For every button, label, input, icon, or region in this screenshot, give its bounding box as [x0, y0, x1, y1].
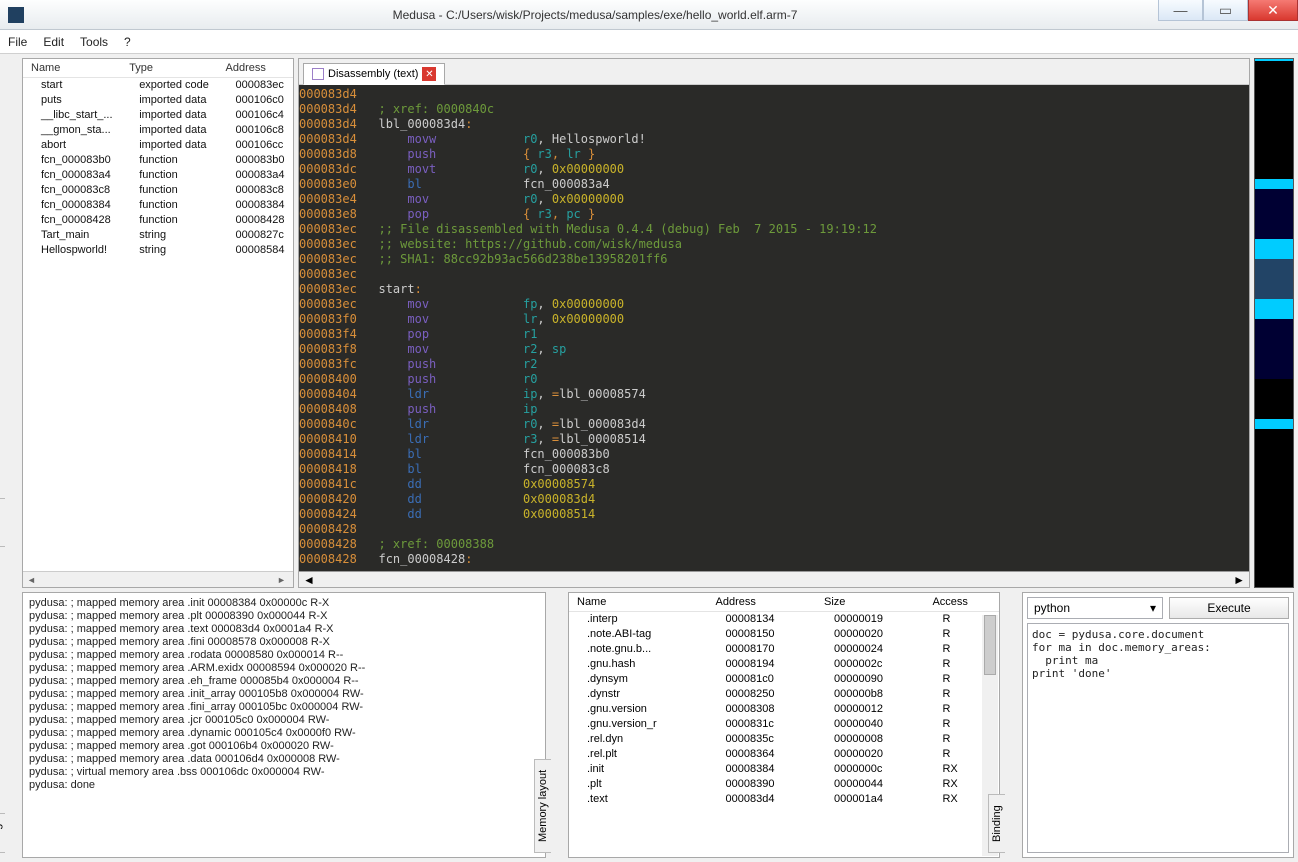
label-panel: Label Name Type Address startexported co…	[22, 58, 294, 588]
table-row[interactable]: Hellospworld!string00008584	[23, 243, 293, 258]
menu-edit[interactable]: Edit	[43, 35, 64, 49]
log-line: pydusa: ; mapped memory area .plt 000083…	[29, 610, 539, 623]
memory-layout-panel: Memory layout Name Address Size Access .…	[568, 592, 1000, 858]
table-row[interactable]: .plt0000839000000044RX	[569, 777, 999, 792]
label-col-name[interactable]: Name	[23, 59, 121, 78]
chevron-down-icon: ▾	[1150, 601, 1156, 615]
table-row[interactable]: .interp0000813400000019R	[569, 612, 999, 628]
table-row[interactable]: Tart_mainstring0000827c	[23, 228, 293, 243]
table-row[interactable]: startexported code000083ec	[23, 78, 293, 94]
binding-panel: Binding python ▾ Execute doc = pydusa.co…	[1022, 592, 1294, 858]
disasm-tabstrip: Disassembly (text) ✕	[299, 59, 1249, 85]
log-line: pydusa: ; mapped memory area .text 00008…	[29, 623, 539, 636]
label-hscroll[interactable]: ◄►	[23, 571, 293, 587]
table-row[interactable]: abortimported data000106cc	[23, 138, 293, 153]
table-row[interactable]: .dynstr00008250000000b8R	[569, 687, 999, 702]
memory-panel-tab[interactable]: Memory layout	[534, 759, 551, 853]
log-line: pydusa: ; mapped memory area .init 00008…	[29, 597, 539, 610]
log-line: pydusa: ; mapped memory area .ARM.exidx …	[29, 662, 539, 675]
log-line: pydusa: done	[29, 779, 539, 792]
log-line: pydusa: ; mapped memory area .jcr 000105…	[29, 714, 539, 727]
table-row[interactable]: .init000083840000000cRX	[569, 762, 999, 777]
menu-help[interactable]: ?	[124, 35, 131, 49]
disasm-tab[interactable]: Disassembly (text) ✕	[303, 63, 445, 85]
script-editor[interactable]: doc = pydusa.core.document for ma in doc…	[1027, 623, 1289, 853]
label-panel-tab[interactable]: Label	[0, 498, 5, 547]
tab-close-icon[interactable]: ✕	[422, 67, 436, 81]
table-row[interactable]: .gnu.version0000830800000012R	[569, 702, 999, 717]
log-line: pydusa: ; mapped memory area .dynamic 00…	[29, 727, 539, 740]
log-panel-tab[interactable]: Log	[0, 813, 5, 853]
mem-col-size[interactable]: Size	[816, 593, 924, 612]
table-row[interactable]: fcn_000083b0function000083b0	[23, 153, 293, 168]
binding-panel-tab[interactable]: Binding	[988, 794, 1005, 853]
disassembly-panel: Disassembly (text) ✕ 000083d4 000083d4 ;…	[298, 58, 1250, 588]
execute-button[interactable]: Execute	[1169, 597, 1289, 619]
table-row[interactable]: fcn_000083c8function000083c8	[23, 183, 293, 198]
disasm-hscroll[interactable]: ◄►	[299, 571, 1249, 587]
memory-heatmap[interactable]	[1254, 58, 1294, 588]
language-value: python	[1034, 601, 1070, 615]
window-title: Medusa - C:/Users/wisk/Projects/medusa/s…	[32, 8, 1158, 22]
disassembly-view[interactable]: 000083d4 000083d4 ; xref: 0000840c000083…	[299, 85, 1249, 571]
table-row[interactable]: .dynsym000081c000000090R	[569, 672, 999, 687]
memory-table: Name Address Size Access .interp00008134…	[569, 593, 999, 807]
mem-col-access[interactable]: Access	[924, 593, 999, 612]
log-line: pydusa: ; mapped memory area .fini 00008…	[29, 636, 539, 649]
label-table: Name Type Address startexported code0000…	[23, 59, 293, 258]
table-row[interactable]: .rel.plt0000836400000020R	[569, 747, 999, 762]
mem-col-address[interactable]: Address	[708, 593, 816, 612]
menubar: File Edit Tools ?	[0, 30, 1298, 54]
log-output[interactable]: pydusa: ; mapped memory area .init 00008…	[23, 593, 545, 857]
maximize-button[interactable]: ▭	[1203, 0, 1248, 21]
close-button[interactable]: ✕	[1248, 0, 1298, 21]
log-line: pydusa: ; mapped memory area .data 00010…	[29, 753, 539, 766]
table-row[interactable]: __libc_start_...imported data000106c4	[23, 108, 293, 123]
table-row[interactable]: .gnu.version_r0000831c00000040R	[569, 717, 999, 732]
table-row[interactable]: fcn_00008384function00008384	[23, 198, 293, 213]
minimize-button[interactable]: —	[1158, 0, 1203, 21]
app-icon	[8, 7, 24, 23]
table-row[interactable]: .rel.dyn0000835c00000008R	[569, 732, 999, 747]
table-row[interactable]: .note.gnu.b...0000817000000024R	[569, 642, 999, 657]
disasm-tab-label: Disassembly (text)	[328, 68, 418, 80]
table-row[interactable]: .gnu.hash000081940000002cR	[569, 657, 999, 672]
log-line: pydusa: ; mapped memory area .fini_array…	[29, 701, 539, 714]
table-row[interactable]: putsimported data000106c0	[23, 93, 293, 108]
table-row[interactable]: fcn_00008428function00008428	[23, 213, 293, 228]
mem-col-name[interactable]: Name	[569, 593, 708, 612]
menu-tools[interactable]: Tools	[80, 35, 108, 49]
table-row[interactable]: .note.ABI-tag0000815000000020R	[569, 627, 999, 642]
log-line: pydusa: ; virtual memory area .bss 00010…	[29, 766, 539, 779]
label-col-type[interactable]: Type	[121, 59, 217, 78]
log-line: pydusa: ; mapped memory area .init_array…	[29, 688, 539, 701]
disasm-tab-icon	[312, 68, 324, 80]
titlebar: Medusa - C:/Users/wisk/Projects/medusa/s…	[0, 0, 1298, 30]
log-line: pydusa: ; mapped memory area .rodata 000…	[29, 649, 539, 662]
table-row[interactable]: .text000083d4000001a4RX	[569, 792, 999, 807]
log-line: pydusa: ; mapped memory area .got 000106…	[29, 740, 539, 753]
menu-file[interactable]: File	[8, 35, 27, 49]
label-col-address[interactable]: Address	[218, 59, 293, 78]
table-row[interactable]: fcn_000083a4function000083a4	[23, 168, 293, 183]
table-row[interactable]: __gmon_sta...imported data000106c8	[23, 123, 293, 138]
log-line: pydusa: ; mapped memory area .eh_frame 0…	[29, 675, 539, 688]
language-select[interactable]: python ▾	[1027, 597, 1163, 619]
log-panel: Log pydusa: ; mapped memory area .init 0…	[22, 592, 546, 858]
